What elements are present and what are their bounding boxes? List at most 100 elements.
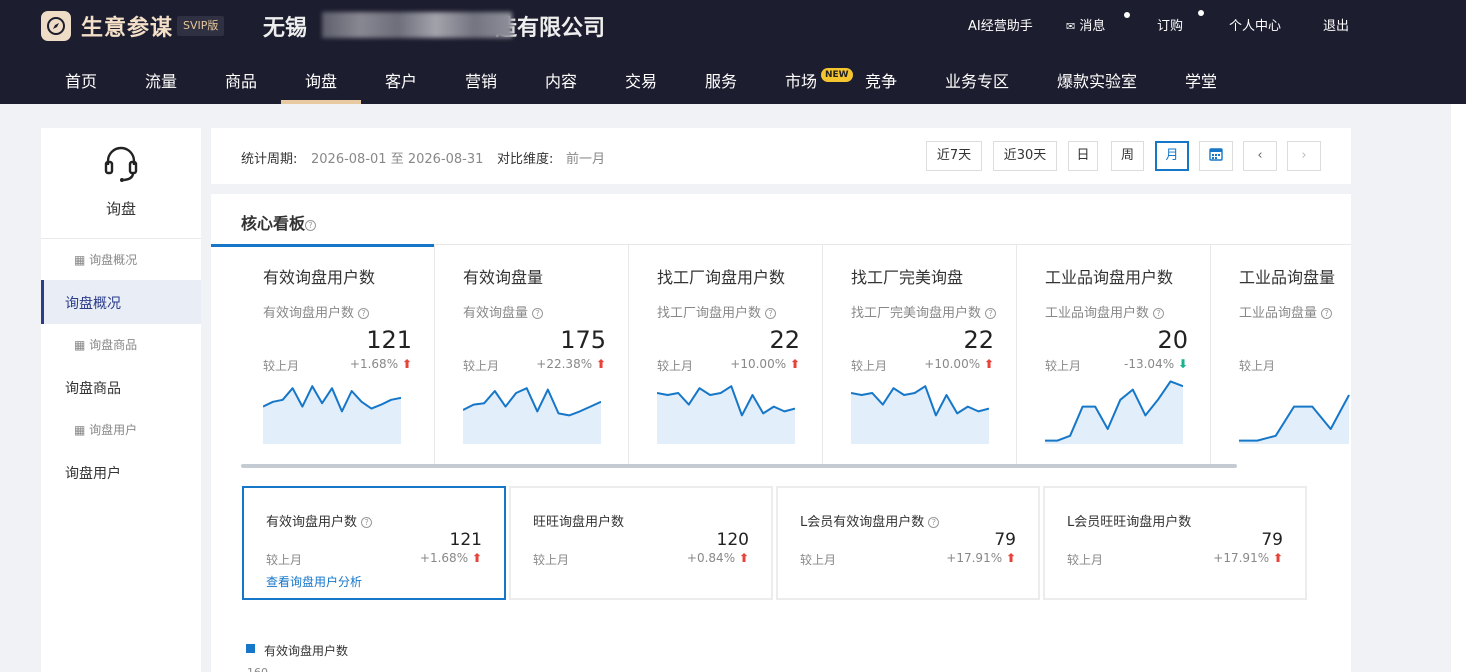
nav-customers[interactable]: 客户 (385, 68, 417, 92)
help-icon[interactable]: ? (361, 517, 373, 528)
redacted-area (322, 12, 512, 38)
card-compare-label: 较上月 (1067, 553, 1104, 567)
card-compare-label: 较上月 (800, 553, 837, 567)
kpi-change: +10.00% ⬆ (924, 357, 994, 371)
nav-products[interactable]: 商品 (225, 68, 257, 92)
card-change: +1.68% ⬆ (419, 551, 482, 565)
compass-icon[interactable] (41, 11, 71, 41)
help-icon[interactable]: ? (765, 308, 777, 319)
user-analysis-link[interactable]: 查看询盘用户分析 (266, 573, 362, 590)
nav-hit-lab[interactable]: 爆款实验室 (1057, 68, 1137, 92)
metric-card[interactable]: 旺旺询盘用户数 120 较上月 +0.84% ⬆ (509, 486, 773, 600)
kpi-subtitle: 工业品询盘量 ? (1239, 302, 1333, 321)
chevron-left-icon: ‹ (1257, 148, 1263, 163)
kpi-column[interactable]: 工业品询盘量 工业品询盘量 ? 较上月 (1211, 244, 1351, 464)
help-icon[interactable]: ? (532, 308, 544, 319)
help-icon[interactable]: ? (358, 308, 370, 319)
day-button[interactable]: 日 (1068, 141, 1098, 171)
kpi-value: 175 (560, 326, 606, 354)
kpi-sparkline (657, 385, 795, 444)
sidebar-item-overview[interactable]: 询盘概况 (65, 293, 121, 313)
kpi-title: 找工厂询盘用户数 (657, 268, 786, 287)
nav-trade[interactable]: 交易 (625, 68, 657, 92)
next-button[interactable]: › (1287, 141, 1321, 171)
arrow-up-icon: ⬆ (595, 357, 606, 371)
nav-competition[interactable]: 竞争 (865, 68, 897, 92)
kpi-value: 20 (1157, 326, 1188, 354)
last-30-days-button[interactable]: 近30天 (993, 141, 1057, 171)
brand-name[interactable]: 生意参谋 (81, 10, 173, 42)
nav-inquiry[interactable]: 询盘 (305, 68, 337, 92)
ai-assistant-link[interactable]: AI经营助手 (968, 15, 1033, 34)
logout-link[interactable]: 退出 (1323, 15, 1349, 34)
calendar-button[interactable] (1199, 141, 1233, 171)
nav-service[interactable]: 服务 (705, 68, 737, 92)
nav-academy[interactable]: 学堂 (1185, 68, 1217, 92)
messages-link[interactable]: ✉ 消息 (1066, 15, 1105, 34)
metric-card[interactable]: 有效询盘用户数 ? 121 较上月 +1.68% ⬆ 查看询盘用户分析 (242, 486, 506, 600)
last-7-days-button[interactable]: 近7天 (926, 141, 982, 171)
sidebar-sub-products[interactable]: ▦ 询盘商品 (74, 336, 137, 353)
nav-marketing[interactable]: 营销 (465, 68, 497, 92)
kpi-value: 22 (963, 326, 994, 354)
period-label: 统计周期: (241, 152, 298, 167)
subscribe-dot (1198, 10, 1204, 16)
help-icon[interactable]: ? (928, 517, 940, 528)
kpi-sparkline (463, 387, 601, 444)
month-button[interactable]: 月 (1155, 141, 1189, 171)
kpi-title: 有效询盘用户数 (263, 268, 376, 287)
horizontal-scrollbar[interactable] (241, 464, 1237, 468)
help-icon[interactable]: ? (985, 308, 997, 319)
sidebar-item-products[interactable]: 询盘商品 (65, 378, 121, 398)
nav-traffic[interactable]: 流量 (145, 68, 177, 92)
kpi-subtitle: 找工厂完美询盘用户数 ? (851, 302, 997, 321)
kpi-column[interactable]: 有效询盘用户数 有效询盘用户数 ? 121 较上月 +1.68% ⬆ (211, 244, 435, 464)
card-value: 79 (1261, 530, 1283, 550)
kpi-compare-label: 较上月 (1239, 359, 1276, 373)
kpi-column[interactable]: 有效询盘量 有效询盘量 ? 175 较上月 +22.38% ⬆ (435, 244, 629, 464)
card-change: +17.91% ⬆ (946, 551, 1016, 565)
nav-market[interactable]: 市场 (785, 68, 817, 92)
kpi-compare-label: 较上月 (1045, 359, 1082, 373)
nav-content[interactable]: 内容 (545, 68, 577, 92)
kpi-change: +22.38% ⬆ (536, 357, 606, 371)
subscribe-link[interactable]: 订购 (1157, 15, 1183, 34)
help-icon[interactable]: ? (1321, 308, 1333, 319)
sparkline-area (263, 386, 401, 444)
kpi-title: 工业品询盘用户数 (1045, 268, 1174, 287)
kpi-value: 121 (366, 326, 412, 354)
legend-label[interactable]: 有效询盘用户数 (264, 642, 348, 659)
profile-link[interactable]: 个人中心 (1229, 15, 1281, 34)
help-icon[interactable]: ? (305, 220, 317, 231)
metric-card[interactable]: L会员有效询盘用户数 ? 79 较上月 +17.91% ⬆ (776, 486, 1040, 600)
board-title: 核心看板? (241, 210, 317, 234)
card-change: +0.84% ⬆ (686, 551, 749, 565)
kpi-subtitle: 工业品询盘用户数 ? (1045, 302, 1165, 321)
card-compare-label: 较上月 (266, 553, 303, 567)
arrow-up-icon: ⬆ (1272, 551, 1283, 565)
kpi-sparkline (1239, 394, 1350, 444)
period-value: 2026-08-01 至 2026-08-31 (311, 152, 484, 167)
kpi-subtitle: 找工厂询盘用户数 ? (657, 302, 777, 321)
prev-button[interactable]: ‹ (1243, 141, 1277, 171)
sidebar: 询盘 ▦ 询盘概况 询盘概况 ▦ 询盘商品 询盘商品 ▦ 询盘用户 询盘用户 (41, 128, 201, 672)
divider (41, 238, 201, 239)
page-scrollbar[interactable] (1451, 104, 1466, 672)
kpi-column[interactable]: 找工厂询盘用户数 找工厂询盘用户数 ? 22 较上月 +10.00% ⬆ (629, 244, 823, 464)
sidebar-item-users[interactable]: 询盘用户 (65, 463, 121, 483)
nav-business-zone[interactable]: 业务专区 (945, 68, 1009, 92)
sidebar-sub-users[interactable]: ▦ 询盘用户 (74, 421, 137, 438)
messages-dot (1124, 12, 1130, 18)
kpi-column[interactable]: 找工厂完美询盘 找工厂完美询盘用户数 ? 22 较上月 +10.00% ⬆ (823, 244, 1017, 464)
sidebar-sub-overview[interactable]: ▦ 询盘概况 (74, 251, 137, 268)
edition-badge: SVIP版 (177, 16, 225, 36)
core-board: 核心看板? 有效询盘用户数 有效询盘用户数 ? 121 较上月 +1.68% ⬆ 有效询盘… (211, 194, 1351, 672)
help-icon[interactable]: ? (1153, 308, 1165, 319)
metric-card[interactable]: L会员旺旺询盘用户数 79 较上月 +17.91% ⬆ (1043, 486, 1307, 600)
card-title: L会员有效询盘用户数 ? (800, 511, 940, 530)
compare-value: 前一月 (566, 152, 606, 167)
kpi-column[interactable]: 工业品询盘用户数 工业品询盘用户数 ? 20 较上月 -13.04% ⬇ (1017, 244, 1211, 464)
kpi-compare-label: 较上月 (263, 359, 300, 373)
week-button[interactable]: 周 (1111, 141, 1144, 171)
nav-home[interactable]: 首页 (65, 68, 97, 92)
